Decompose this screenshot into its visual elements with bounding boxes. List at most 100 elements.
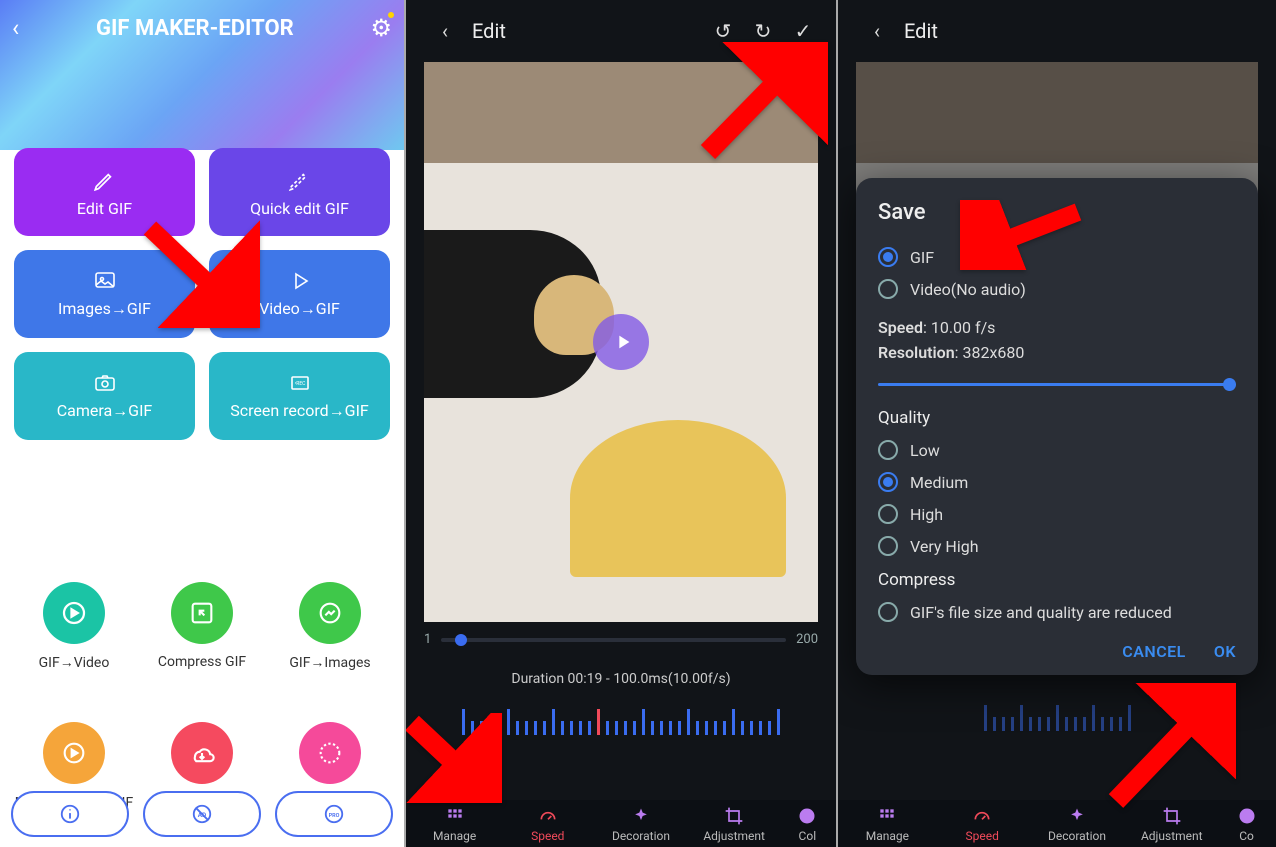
camera-to-gif-tile[interactable]: Camera→GIF xyxy=(14,352,195,440)
tile-label: Screen record→GIF xyxy=(230,401,369,421)
tab-label: Manage xyxy=(866,829,909,843)
quality-option-high[interactable]: High xyxy=(878,498,1236,530)
tab-label: Speed xyxy=(531,829,564,843)
sparkle-icon xyxy=(631,806,651,826)
tab-label: Decoration xyxy=(1048,829,1106,843)
quality-option-low[interactable]: Low xyxy=(878,434,1236,466)
cancel-button[interactable]: CANCEL xyxy=(1122,642,1186,661)
pencil-dashed-icon xyxy=(287,167,313,193)
tab-manage[interactable]: Manage xyxy=(415,806,495,843)
timeline-thumb[interactable] xyxy=(455,634,467,646)
slider-thumb[interactable] xyxy=(1223,378,1236,391)
motion-icon xyxy=(60,739,88,767)
timeline-track[interactable] xyxy=(441,638,786,642)
back-icon[interactable]: ‹ xyxy=(428,14,462,48)
circular-image-icon xyxy=(316,599,344,627)
tab-label: Adjustment xyxy=(1141,829,1203,843)
play-triangle-icon xyxy=(612,331,634,353)
tab-color[interactable]: Co xyxy=(1227,806,1267,843)
screen-title: Edit xyxy=(904,19,1260,43)
tab-manage[interactable]: Manage xyxy=(847,806,927,843)
tab-label: Speed xyxy=(966,829,999,843)
edit-tabs: Manage Speed Decoration Adjustment Co xyxy=(838,800,1276,847)
radio-label: GIF xyxy=(910,248,934,267)
play-button[interactable] xyxy=(593,314,649,370)
tab-decoration[interactable]: Decoration xyxy=(1037,806,1117,843)
radio-label: Low xyxy=(910,441,940,460)
screen-title: Edit xyxy=(472,19,700,43)
tile-label: Quick edit GIF xyxy=(250,199,349,218)
quality-option-medium[interactable]: Medium xyxy=(878,466,1236,498)
tab-label: Decoration xyxy=(612,829,670,843)
settings-icon[interactable]: ⚙ xyxy=(370,14,392,42)
frame-timeline[interactable]: 1 200 xyxy=(406,622,836,657)
save-dialog: Save GIF Video(No audio) Speed: 10.00 f/… xyxy=(856,178,1258,675)
no-ads-pill[interactable]: AD xyxy=(143,791,261,837)
compress-option[interactable]: GIF's file size and quality are reduced xyxy=(878,596,1236,628)
tab-decoration[interactable]: Decoration xyxy=(601,806,681,843)
undo-icon[interactable]: ↺ xyxy=(706,14,740,48)
duration-readout: Duration 00:19 - 100.0ms(10.00f/s) xyxy=(406,657,836,701)
edit-header: ‹ Edit ↺ ↻ ✓ xyxy=(406,0,836,62)
resolution-slider[interactable] xyxy=(878,383,1236,386)
tab-speed[interactable]: Speed xyxy=(942,806,1022,843)
tab-speed[interactable]: Speed xyxy=(508,806,588,843)
quality-option-very-high[interactable]: Very High xyxy=(878,530,1236,562)
radio-unchecked-icon xyxy=(878,440,898,460)
tile-label: Video→GIF xyxy=(259,299,340,319)
quality-section-label: Quality xyxy=(878,408,1236,428)
radio-checked-icon xyxy=(878,247,898,267)
home-screen: ‹ GIF MAKER-EDITOR ⚙ Edit GIF Quick edit… xyxy=(0,0,404,847)
pro-pill[interactable]: PRO xyxy=(275,791,393,837)
camera-icon xyxy=(91,371,119,395)
back-icon[interactable]: ‹ xyxy=(12,14,19,42)
info-pill[interactable] xyxy=(11,791,129,837)
circle-label: Compress GIF xyxy=(158,654,246,670)
compress-gif-button[interactable]: Compress GIF xyxy=(138,582,266,671)
play-icon xyxy=(286,269,314,293)
tab-adjustment[interactable]: Adjustment xyxy=(694,806,774,843)
speed-ruler[interactable] xyxy=(406,701,836,735)
quick-edit-gif-tile[interactable]: Quick edit GIF xyxy=(209,148,390,236)
tile-label: Edit GIF xyxy=(77,199,132,218)
pencil-icon xyxy=(92,167,118,193)
back-icon[interactable]: ‹ xyxy=(860,14,894,48)
edit-tabs: Manage Speed Decoration Adjustment Col xyxy=(406,800,836,847)
images-to-gif-tile[interactable]: Images→GIF xyxy=(14,250,195,338)
crop-icon xyxy=(724,806,744,826)
image-icon xyxy=(91,269,119,293)
gif-to-images-button[interactable]: GIF→Images xyxy=(266,582,394,671)
confirm-icon[interactable]: ✓ xyxy=(786,14,820,48)
svg-text:PRO: PRO xyxy=(329,813,340,819)
tab-adjustment[interactable]: Adjustment xyxy=(1132,806,1212,843)
radio-label: High xyxy=(910,505,943,524)
video-preview xyxy=(424,62,818,622)
tile-label: Camera→GIF xyxy=(57,401,153,421)
radio-label: GIF's file size and quality are reduced xyxy=(910,603,1172,622)
radio-checked-icon xyxy=(878,472,898,492)
radio-unchecked-icon xyxy=(878,602,898,622)
edit-gif-tile[interactable]: Edit GIF xyxy=(14,148,195,236)
app-title: GIF MAKER-EDITOR xyxy=(19,16,370,41)
compress-section-label: Compress xyxy=(878,570,1236,590)
format-option-video[interactable]: Video(No audio) xyxy=(878,273,1236,305)
radio-label: Medium xyxy=(910,473,968,492)
speed-readout: Speed: 10.00 f/s xyxy=(878,315,1236,340)
format-option-gif[interactable]: GIF xyxy=(878,241,1236,273)
radio-label: Very High xyxy=(910,537,979,556)
grid-icon xyxy=(445,806,465,826)
tile-label: Images→GIF xyxy=(58,299,151,319)
edit-header: ‹ Edit xyxy=(838,0,1276,62)
gif-to-video-button[interactable]: GIF→Video xyxy=(10,582,138,671)
redo-icon[interactable]: ↻ xyxy=(746,14,780,48)
circle-label: GIF→Images xyxy=(289,654,370,671)
ok-button[interactable]: OK xyxy=(1214,642,1236,661)
no-ads-icon: AD xyxy=(191,803,213,825)
info-icon xyxy=(59,803,81,825)
screen-record-to-gif-tile[interactable]: •REC Screen record→GIF xyxy=(209,352,390,440)
video-to-gif-tile[interactable]: Video→GIF xyxy=(209,250,390,338)
pro-icon: PRO xyxy=(323,803,345,825)
circle-label: GIF→Video xyxy=(39,654,110,671)
tab-color[interactable]: Col xyxy=(787,806,827,843)
timeline-start: 1 xyxy=(424,632,431,647)
